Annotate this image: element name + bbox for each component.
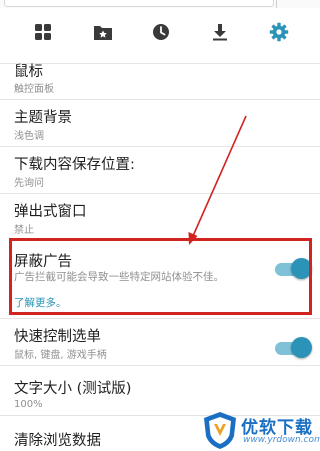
- settings-toolbar: [0, 10, 320, 64]
- setting-quick-controls-subtitle: 鼠标, 键盘, 游戏手柄: [14, 350, 107, 361]
- setting-popup-subtitle: 禁止: [14, 225, 34, 236]
- top-separator: [276, 0, 277, 8]
- setting-text-size-subtitle: 100%: [14, 399, 43, 410]
- bookmark-folder-icon[interactable]: [88, 17, 118, 47]
- history-clock-icon[interactable]: [146, 17, 176, 47]
- toggle-thumb: [291, 337, 312, 358]
- quick-controls-toggle[interactable]: [275, 337, 312, 359]
- setting-theme-subtitle: 浅色调: [14, 131, 44, 142]
- learn-more-link[interactable]: 了解更多。: [14, 295, 67, 310]
- watermark-url: www.yrdown.com: [243, 435, 320, 445]
- address-bar-edge[interactable]: [4, 0, 274, 7]
- setting-download-location-title: 下载内容保存位置:: [14, 157, 135, 173]
- setting-clear-data-title: 清除浏览数据: [14, 433, 101, 449]
- settings-gear-icon[interactable]: [264, 17, 294, 47]
- adblock-toggle[interactable]: [275, 258, 312, 280]
- top-edge: [0, 0, 320, 8]
- setting-quick-controls[interactable]: 快速控制选单 鼠标, 键盘, 游戏手柄: [0, 318, 320, 366]
- setting-mouse-title: 鼠标: [14, 64, 43, 80]
- divider: [0, 318, 320, 319]
- setting-theme[interactable]: 主题背景 浅色调: [0, 100, 320, 147]
- grid-icon[interactable]: [28, 17, 58, 47]
- setting-popup-title: 弹出式窗口: [14, 204, 87, 220]
- shield-logo-icon: [204, 412, 236, 449]
- setting-download-location[interactable]: 下载内容保存位置: 先询问: [0, 147, 320, 194]
- setting-adblock-description: 广告拦截可能会导致一些特定网站体验不佳。: [14, 271, 224, 283]
- setting-adblock-title: 屏蔽广告: [14, 254, 72, 270]
- setting-mouse[interactable]: 鼠标 触控面板: [0, 54, 320, 100]
- setting-theme-title: 主题背景: [14, 110, 72, 126]
- download-icon[interactable]: [205, 17, 235, 47]
- toggle-thumb: [291, 258, 312, 279]
- setting-mouse-subtitle: 触控面板: [14, 84, 54, 95]
- setting-download-location-subtitle: 先询问: [14, 178, 44, 189]
- setting-quick-controls-title: 快速控制选单: [14, 329, 101, 345]
- setting-text-size-title: 文字大小 (测试版): [14, 381, 132, 397]
- watermark: 优软下载 www.yrdown.com: [201, 410, 320, 451]
- setting-popup[interactable]: 弹出式窗口 禁止: [0, 194, 320, 238]
- setting-text-size[interactable]: 文字大小 (测试版) 100%: [0, 366, 320, 416]
